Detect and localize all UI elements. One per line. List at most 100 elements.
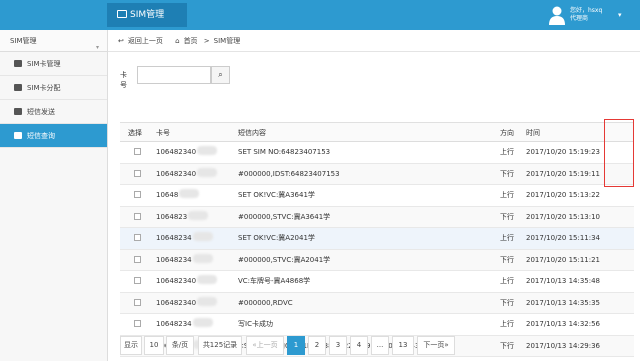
main-panel: ↩ 返回上一页 ⌂ 首页 > SIM管理 卡号 ⌕ 选择 卡号 短信内容 方向 时间 … — [108, 30, 640, 361]
menu-icon — [14, 108, 22, 115]
direction: 下行 — [500, 212, 514, 221]
total-records: 共125记录 — [198, 336, 242, 355]
redaction-blur — [197, 296, 218, 306]
sidebar-item-label: 短信查询 — [27, 132, 55, 140]
time: 2017/10/13 14:29:36 — [526, 341, 601, 350]
sms-table: 选择 卡号 短信内容 方向 时间 106482340 SET SIM NO:648… — [120, 122, 634, 357]
breadcrumb: ↩ 返回上一页 ⌂ 首页 > SIM管理 — [108, 30, 640, 52]
row-checkbox[interactable] — [134, 320, 141, 327]
col-select: 选择 — [128, 129, 142, 137]
sms-content: #000000,STVC:冀A3641学 — [238, 212, 331, 221]
direction: 上行 — [500, 234, 514, 242]
sidebar: SIM管理 ▾ SIM卡管理 SIM卡分配 短信发送 短信查询 — [0, 30, 108, 361]
next-page-button[interactable]: 下一页» — [417, 336, 455, 355]
search-icon: ⌕ — [218, 70, 223, 79]
sms-content: 写IC卡成功 — [238, 320, 273, 328]
direction: 上行 — [500, 277, 514, 285]
breadcrumb-current: SIM管理 — [213, 37, 241, 45]
redaction-blur — [192, 318, 213, 327]
direction: 上行 — [500, 148, 514, 156]
col-direction: 方向 — [500, 129, 514, 137]
card-number: 10648234 — [156, 320, 192, 328]
sms-content: SET SIM NO:64823407153 — [238, 148, 331, 156]
redaction-blur — [188, 210, 209, 220]
sidebar-item-label: SIM卡分配 — [27, 84, 61, 92]
chevron-down-icon: ▾ — [95, 44, 99, 51]
card-number: 106482340 — [156, 148, 197, 156]
page-button[interactable]: 4 — [350, 336, 368, 355]
brand-label: SIM管理 — [130, 10, 165, 20]
search-button[interactable]: ⌕ — [211, 66, 230, 84]
sidebar-title: SIM管理 — [10, 37, 37, 45]
card-number-input[interactable] — [137, 66, 211, 84]
page-ellipsis: ... — [371, 336, 389, 355]
row-checkbox[interactable] — [134, 169, 141, 177]
table-row[interactable]: 106482340 SET SIM NO:64823407153 上行 2017/10… — [120, 142, 634, 164]
redaction-blur — [197, 167, 218, 177]
sms-content: #000000,RDVC — [238, 298, 293, 307]
table-row[interactable]: 106482340 #000000,RDVC 下行 2017/10/13 14:35:… — [120, 292, 634, 314]
sidebar-item-sms-send[interactable]: 短信发送 — [0, 100, 107, 124]
sidebar-item-sim-card-assign[interactable]: SIM卡分配 — [0, 76, 107, 100]
card-number: 10648234 — [156, 255, 192, 264]
highlight-box — [604, 119, 634, 187]
row-checkbox[interactable] — [134, 148, 141, 155]
menu-icon — [14, 84, 22, 91]
col-content: 短信内容 — [238, 129, 266, 137]
row-checkbox[interactable] — [134, 277, 141, 284]
page-button[interactable]: 13 — [392, 336, 414, 355]
home-link[interactable]: 首页 — [184, 37, 198, 45]
avatar — [549, 6, 565, 25]
card-number: 1064823 — [156, 212, 188, 221]
sms-content: VC:车牌号-冀A4868学 — [238, 277, 311, 285]
direction: 下行 — [500, 341, 514, 350]
sidebar-item-sim-card-manage[interactable]: SIM卡管理 — [0, 52, 107, 76]
direction: 下行 — [500, 298, 514, 307]
redaction-blur — [192, 253, 213, 263]
table-row[interactable]: 106482340 #000000,IDST:64823407153 下行 2017/… — [120, 163, 634, 185]
row-checkbox[interactable] — [134, 298, 141, 306]
col-card: 卡号 — [156, 129, 170, 137]
sidebar-header[interactable]: SIM管理 ▾ — [0, 30, 107, 52]
page-size-select[interactable]: 10 — [144, 336, 164, 355]
sms-content: #000000,STVC:冀A2041学 — [238, 255, 331, 264]
page-button[interactable]: 2 — [308, 336, 326, 355]
sms-content: SET OK!VC:冀A3641学 — [238, 191, 315, 199]
top-bar: SIM管理 您好，hsxq 代理商 ▾ — [0, 0, 640, 30]
monitor-icon — [117, 10, 127, 18]
brand-tab[interactable]: SIM管理 — [107, 3, 187, 27]
time: 2017/10/20 15:11:34 — [526, 234, 601, 242]
prev-page-button[interactable]: «上一页 — [246, 336, 284, 355]
time: 2017/10/13 14:35:35 — [526, 298, 601, 307]
card-number: 106482340 — [156, 277, 197, 285]
user-greeting: 您好，hsxq — [570, 7, 603, 14]
page-button[interactable]: 3 — [329, 336, 347, 355]
pager-show-label: 显示 — [120, 336, 142, 355]
redaction-blur — [192, 232, 213, 241]
row-checkbox[interactable] — [134, 255, 141, 263]
sidebar-item-label: 短信发送 — [27, 108, 55, 116]
back-icon: ↩ — [118, 37, 124, 45]
table-row[interactable]: 10648234 写IC卡成功 上行 2017/10/13 14:32:56 — [120, 314, 634, 336]
row-checkbox[interactable] — [134, 234, 141, 241]
page-button[interactable]: 1 — [287, 336, 305, 355]
card-number: 106482340 — [156, 298, 197, 307]
direction: 上行 — [500, 320, 514, 328]
redaction-blur — [179, 189, 200, 198]
time: 2017/10/13 14:32:56 — [526, 320, 601, 328]
direction: 上行 — [500, 191, 514, 199]
table-row[interactable]: 10648234 SET OK!VC:冀A2041学 上行 2017/10/20 15… — [120, 228, 634, 250]
sms-content: SET OK!VC:冀A2041学 — [238, 234, 315, 242]
table-row[interactable]: 10648234 #000000,STVC:冀A2041学 下行 2017/10/20… — [120, 249, 634, 271]
table-row[interactable]: 1064823 #000000,STVC:冀A3641学 下行 2017/10/20 … — [120, 206, 634, 228]
table-row[interactable]: 10648 SET OK!VC:冀A3641学 上行 2017/10/20 15:13… — [120, 185, 634, 207]
time: 2017/10/20 15:11:21 — [526, 255, 601, 264]
table-row[interactable]: 106482340 VC:车牌号-冀A4868学 上行 2017/10/13 14:3… — [120, 271, 634, 293]
back-link[interactable]: 返回上一页 — [128, 37, 163, 45]
row-checkbox[interactable] — [134, 212, 141, 220]
row-checkbox[interactable] — [134, 191, 141, 198]
sidebar-item-sms-query[interactable]: 短信查询 — [0, 124, 107, 148]
chevron-down-icon: ▾ — [618, 11, 622, 19]
card-number: 106482340 — [156, 169, 197, 178]
search-label: 卡号 — [120, 71, 127, 89]
